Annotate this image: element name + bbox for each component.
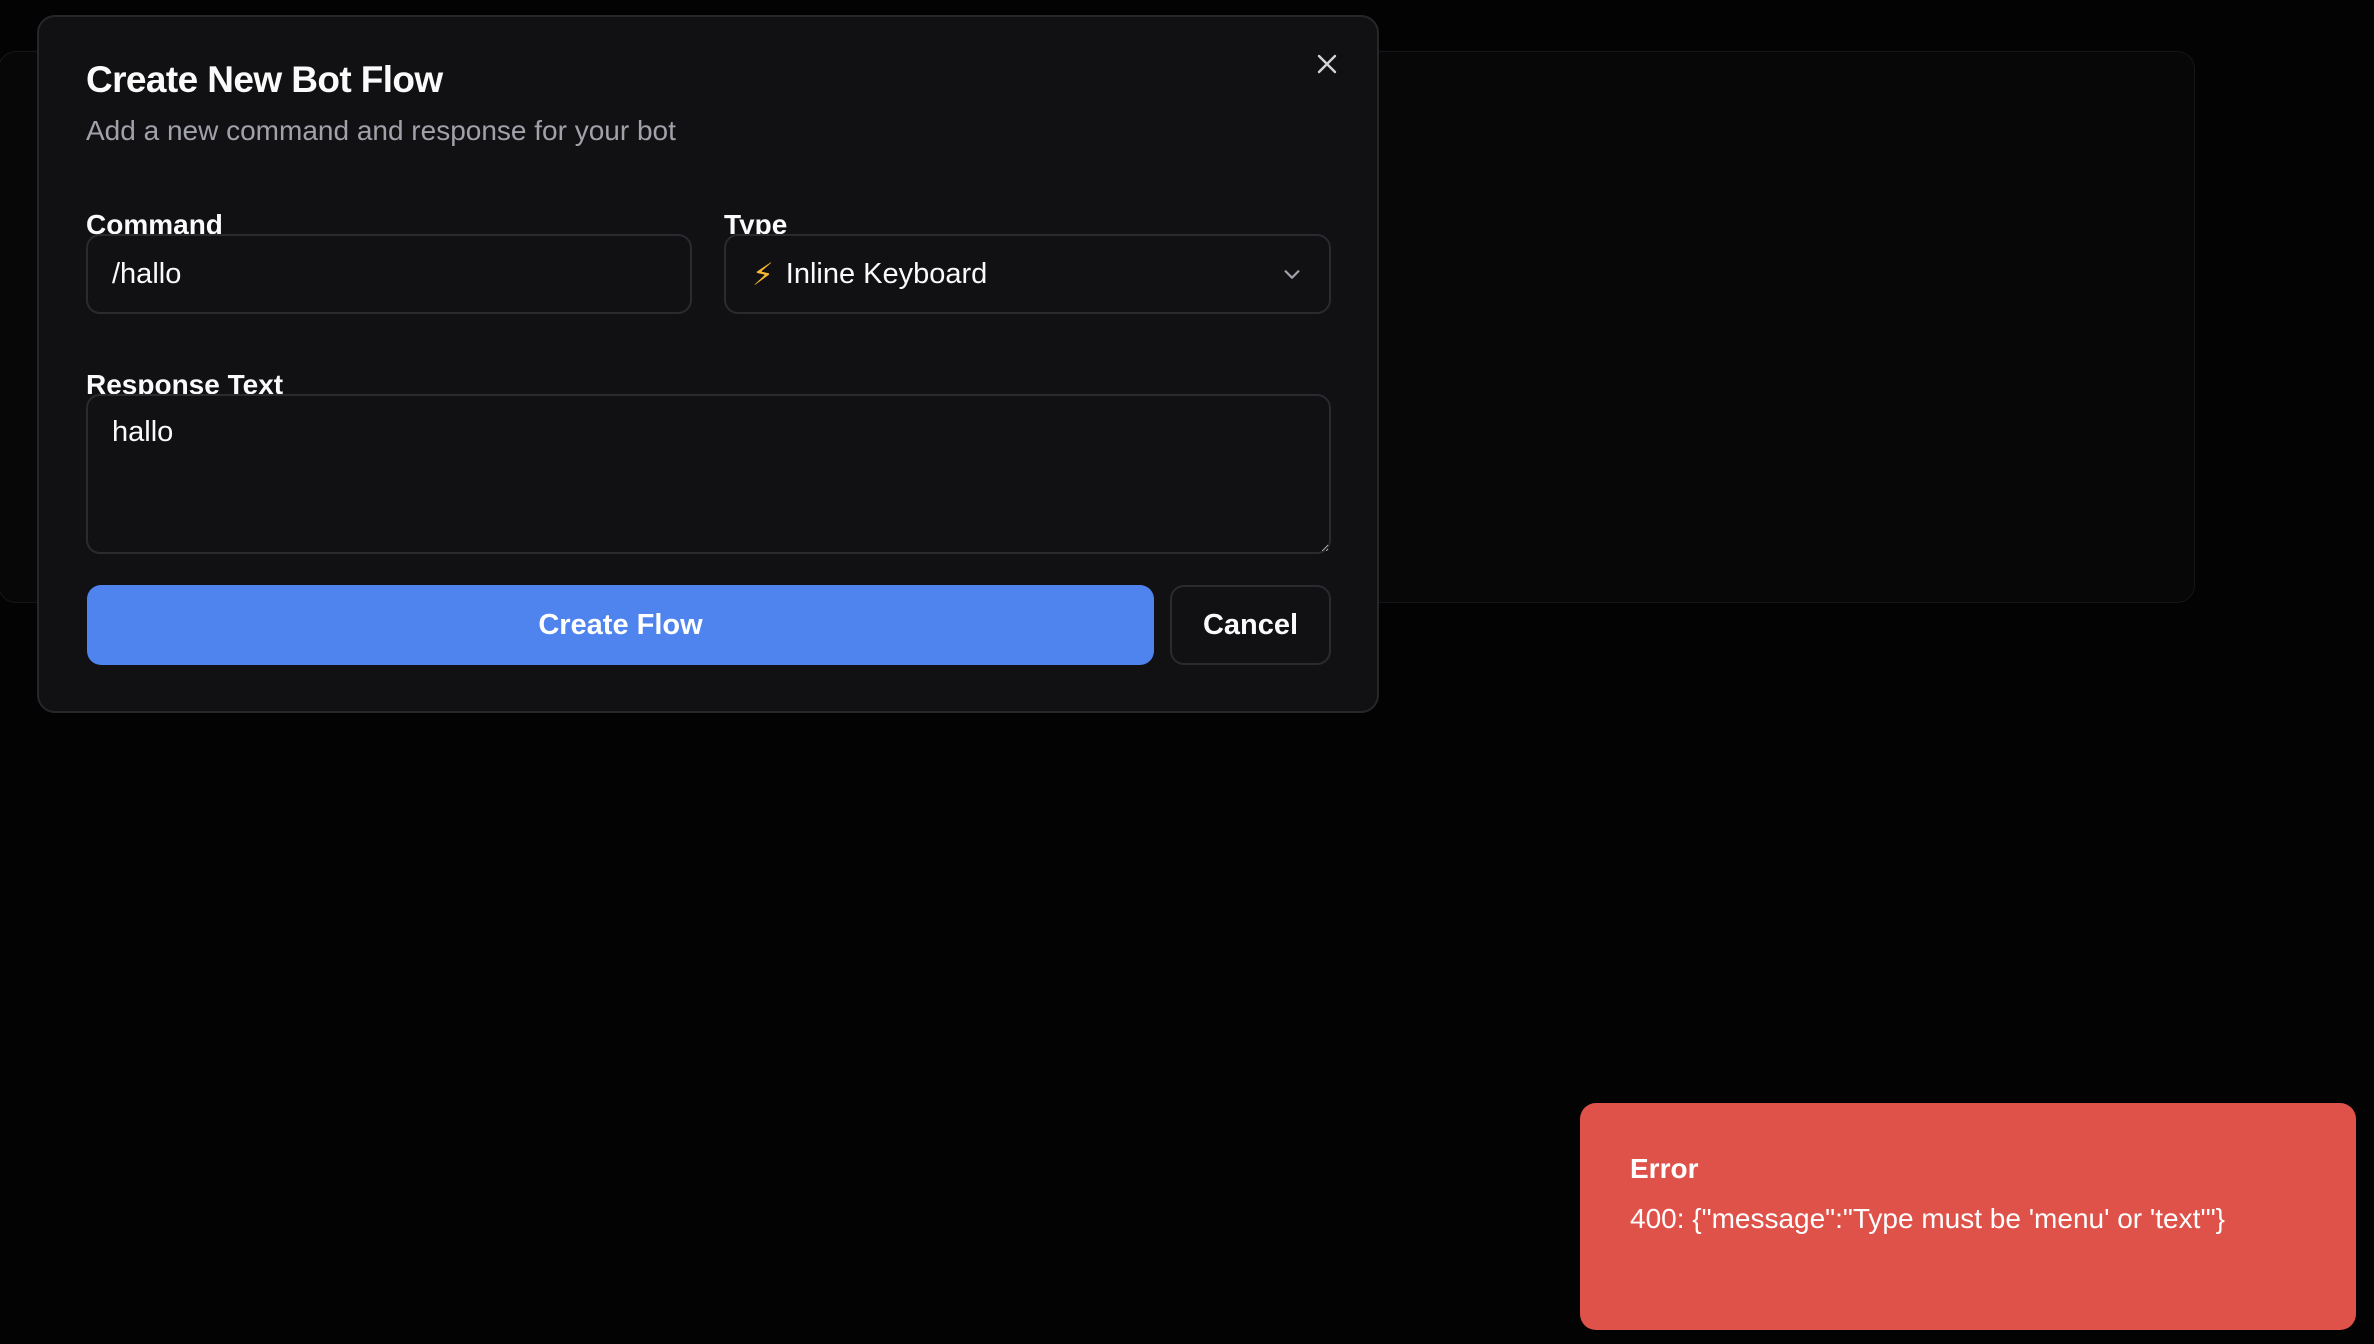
toast-title: Error	[1630, 1153, 1699, 1184]
toast-message: 400: {"message":"Type must be 'menu' or …	[1630, 1203, 2225, 1234]
command-input[interactable]	[86, 234, 692, 314]
create-flow-button[interactable]: Create Flow	[87, 585, 1154, 665]
dialog-title: Create New Bot Flow	[86, 59, 443, 100]
chevron-down-icon	[1281, 263, 1303, 285]
response-text-textarea[interactable]: hallo	[86, 394, 1331, 554]
create-flow-dialog: Create New Bot Flow Add a new command an…	[37, 15, 1379, 713]
cancel-button[interactable]: Cancel	[1170, 585, 1331, 665]
type-selected-value: Inline Keyboard	[785, 257, 988, 290]
dialog-subtitle: Add a new command and response for your …	[86, 115, 676, 146]
close-icon	[1317, 54, 1337, 74]
error-toast[interactable]: Error 400: {"message":"Type must be 'men…	[1580, 1103, 2356, 1330]
lightning-bolt-icon: ⚡	[752, 256, 774, 292]
type-select[interactable]: ⚡ Inline Keyboard	[724, 234, 1331, 314]
close-button[interactable]	[1310, 47, 1344, 81]
